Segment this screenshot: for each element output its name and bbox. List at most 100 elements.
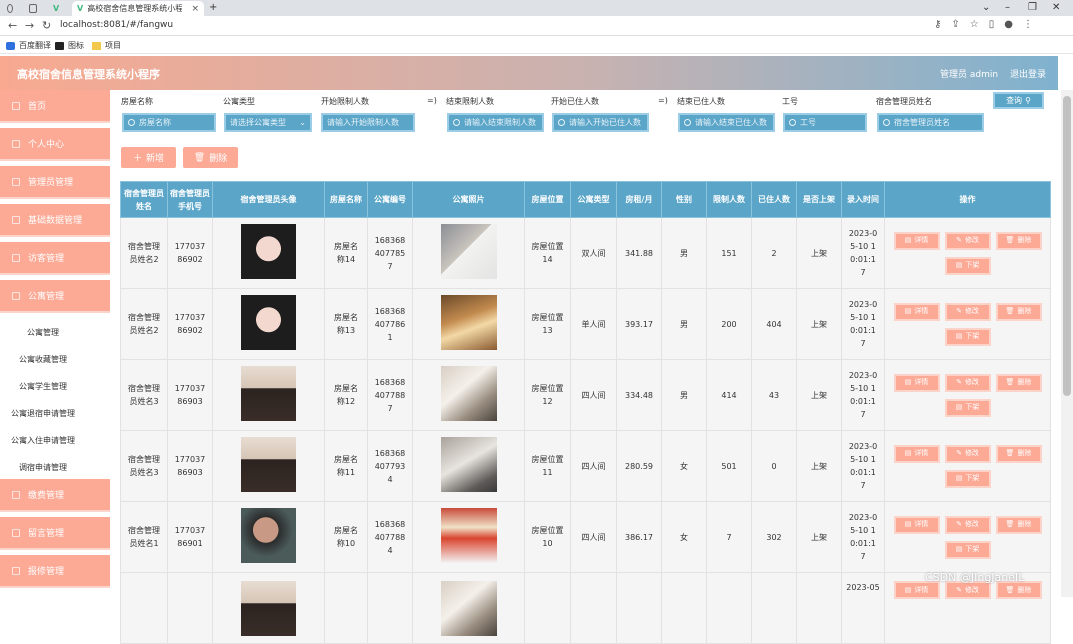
limit-start-input[interactable]: 请输入开始限制人数 <box>321 113 415 132</box>
maximize-button[interactable]: ❐ <box>1028 2 1037 13</box>
trash-icon: 🗑 <box>193 152 206 163</box>
col-apartment-photo[interactable]: 公寓照片 <box>412 181 525 218</box>
vertical-scrollbar[interactable] <box>1061 90 1073 597</box>
limit-end-input[interactable]: 请输入结束限制人数 <box>447 113 544 132</box>
sidebar-item-apartments[interactable]: 公寓管理 <box>0 280 110 313</box>
col-lived[interactable]: 已住人数 <box>751 181 797 218</box>
apartment-photo[interactable] <box>440 294 497 350</box>
apartment-photo[interactable] <box>440 223 497 279</box>
col-manager-avatar[interactable]: 宿舍管理员头像 <box>212 181 325 218</box>
new-tab-button[interactable]: + <box>209 2 217 13</box>
sidebar-item-visitors[interactable]: 访客管理 <box>0 242 110 275</box>
sidebar-item-basic-data[interactable]: 基础数据管理 <box>0 204 110 237</box>
col-apartment-type[interactable]: 公寓类型 <box>570 181 617 218</box>
unlist-button[interactable]: ▤ 下架 <box>944 398 991 417</box>
col-rent[interactable]: 房租/月 <box>616 181 662 218</box>
range-separator: =) <box>427 96 437 105</box>
close-tab-icon[interactable]: × <box>191 4 199 14</box>
query-button[interactable]: 查询 ⚲ <box>993 92 1044 109</box>
edit-button[interactable]: ✎ 修改 <box>944 231 991 250</box>
submenu-apartment-favorites[interactable]: 公寓收藏管理 <box>19 354 67 365</box>
detail-button[interactable]: ▤ 详情 <box>893 444 940 463</box>
unlist-button[interactable]: ▤ 下架 <box>944 327 991 346</box>
sidebar-item-repairs[interactable]: 报修管理 <box>0 555 110 588</box>
sidebar-item-messages[interactable]: 留言管理 <box>0 517 110 550</box>
sidebar-item-home[interactable]: 首页 <box>0 90 110 123</box>
url-input[interactable]: localhost:8081/#/fangwu <box>60 20 173 30</box>
delete-button[interactable]: 🗑 删除 <box>995 231 1042 250</box>
unlist-button[interactable]: ▤ 下架 <box>944 540 991 559</box>
tab-search-icon[interactable]: ⌄ <box>982 2 990 13</box>
submenu-transfer-requests[interactable]: 调宿申请管理 <box>19 462 67 473</box>
browser-tab-1[interactable] <box>2 1 22 16</box>
bulk-delete-button[interactable]: 🗑 删除 <box>183 147 238 168</box>
avatar[interactable] <box>241 294 296 350</box>
bookmark-baidu[interactable]: 百度翻译 <box>6 40 51 51</box>
delete-button[interactable]: 🗑 删除 <box>995 444 1042 463</box>
col-apartment-code[interactable]: 公寓编号 <box>367 181 413 218</box>
sidebar-item-profile[interactable]: 个人中心 <box>0 128 110 161</box>
delete-button[interactable]: 🗑 删除 <box>995 373 1042 392</box>
avatar[interactable] <box>241 436 296 492</box>
browser-toolbar-icons[interactable]: ⚷⇪☆▯●⋮ <box>934 19 1043 30</box>
col-room-location[interactable]: 房屋位置 <box>524 181 571 218</box>
lived-start-input[interactable]: 请输入开始已住人数 <box>552 113 649 132</box>
avatar[interactable] <box>241 581 296 636</box>
room-name-input[interactable]: 房屋名称 <box>122 113 216 132</box>
sidebar-item-payments[interactable]: 缴费管理 <box>0 479 110 512</box>
label-lived-end: 结束已住人数 <box>677 97 725 106</box>
col-room-name[interactable]: 房屋名称 <box>324 181 368 218</box>
reload-icon[interactable]: ↻ <box>42 19 51 32</box>
apartment-photo[interactable] <box>440 365 497 421</box>
manager-name-input[interactable]: 宿舍管理员姓名 <box>877 113 984 132</box>
edit-button[interactable]: ✎ 修改 <box>944 515 991 534</box>
col-status[interactable]: 是否上架 <box>796 181 842 218</box>
browser-tab-active[interactable]: V 高校宿舍信息管理系统小程序 × <box>72 1 204 16</box>
apartment-photo[interactable] <box>440 436 497 492</box>
payment-icon <box>12 490 20 499</box>
edit-button[interactable]: ✎ 修改 <box>944 302 991 321</box>
back-icon[interactable]: ← <box>8 19 17 32</box>
delete-button[interactable]: 🗑 删除 <box>995 302 1042 321</box>
staff-id-input[interactable]: 工号 <box>783 113 867 132</box>
scrollbar-thumb[interactable] <box>1063 96 1071 396</box>
col-limit[interactable]: 限制人数 <box>706 181 752 218</box>
edit-button[interactable]: ✎ 修改 <box>944 373 991 392</box>
submenu-apartment[interactable]: 公寓管理 <box>27 327 59 338</box>
detail-button[interactable]: ▤ 详情 <box>893 302 940 321</box>
action-label: 修改 <box>964 585 979 594</box>
bookmark-project[interactable]: 项目 <box>92 40 121 51</box>
minimize-button[interactable]: – <box>1005 2 1010 13</box>
detail-button[interactable]: ▤ 详情 <box>893 373 940 392</box>
sidebar-item-admins[interactable]: 管理员管理 <box>0 166 110 199</box>
avatar[interactable] <box>241 507 296 563</box>
lived-end-input[interactable]: 请输入结束已住人数 <box>678 113 775 132</box>
detail-button[interactable]: ▤ 详情 <box>893 231 940 250</box>
edit-button[interactable]: ✎ 修改 <box>944 444 991 463</box>
col-gender[interactable]: 性别 <box>661 181 707 218</box>
avatar[interactable] <box>241 365 296 421</box>
browser-tab-3[interactable]: V <box>48 1 70 16</box>
close-window-button[interactable]: ✕ <box>1052 2 1060 13</box>
apartment-photo[interactable] <box>440 581 497 636</box>
forward-icon[interactable]: → <box>25 19 34 32</box>
col-manager-name[interactable]: 宿舍管理员姓名 <box>120 181 168 218</box>
room-location-cell: 房屋位置14 <box>524 217 571 289</box>
action-label: 下架 <box>965 545 980 553</box>
apartment-photo[interactable] <box>440 507 497 563</box>
col-manager-phone[interactable]: 宿舍管理员手机号 <box>167 181 213 218</box>
add-button[interactable]: ＋新增 <box>121 147 176 168</box>
avatar[interactable] <box>241 223 296 279</box>
unlist-button[interactable]: ▤ 下架 <box>944 256 991 275</box>
browser-tab-2[interactable] <box>24 1 46 16</box>
bookmark-icons[interactable]: 图标 <box>55 40 84 51</box>
submenu-apartment-students[interactable]: 公寓学生管理 <box>19 381 67 392</box>
submenu-checkin-requests[interactable]: 公寓入住申请管理 <box>11 435 75 446</box>
col-entry-time[interactable]: 录入时间 <box>841 181 885 218</box>
logout-link[interactable]: 退出登录 <box>1010 67 1046 80</box>
submenu-checkout-requests[interactable]: 公寓退宿申请管理 <box>11 408 75 419</box>
delete-button[interactable]: 🗑 删除 <box>995 515 1042 534</box>
apartment-type-select[interactable]: 请选择公寓类型 ⌄ <box>224 113 312 132</box>
unlist-button[interactable]: ▤ 下架 <box>944 469 991 488</box>
detail-button[interactable]: ▤ 详情 <box>893 515 940 534</box>
